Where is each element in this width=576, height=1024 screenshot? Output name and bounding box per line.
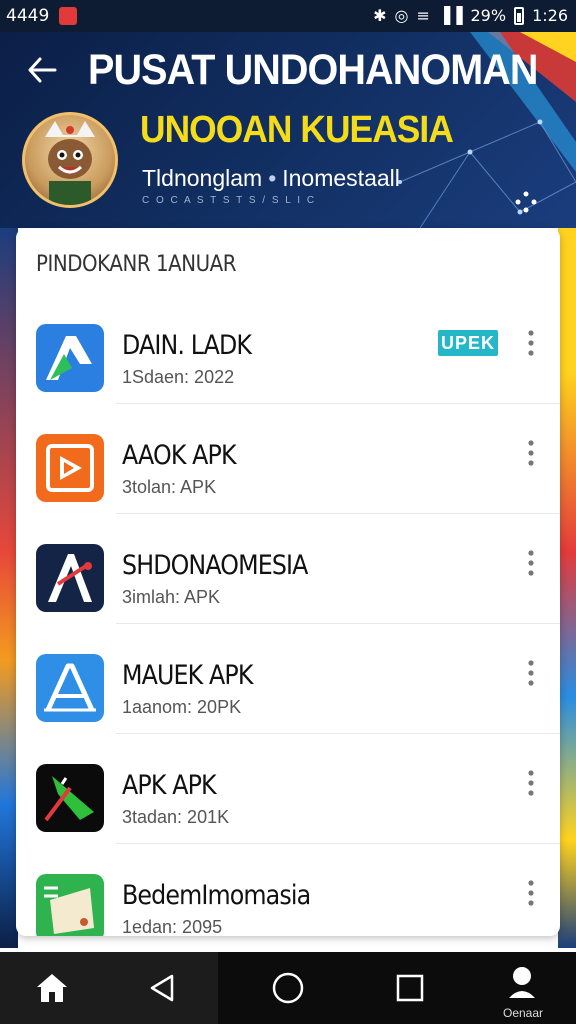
app-more-button[interactable]: [522, 878, 540, 908]
nav-home-button[interactable]: [22, 964, 82, 1012]
blue-a-app-icon: [36, 654, 104, 722]
app-more-button[interactable]: [522, 548, 540, 578]
blue-arrow-app-icon: [36, 324, 104, 392]
app-name: DAIN. LADK: [122, 330, 252, 361]
app-name: MAUEK APK: [122, 660, 253, 691]
list-item[interactable]: BedemImomasia 1edan: 2095: [16, 844, 560, 936]
nav-overview-button[interactable]: [380, 964, 440, 1012]
back-arrow-icon: [28, 57, 57, 83]
vertical-dots-icon: [528, 440, 534, 466]
vertical-dots-icon: [528, 880, 534, 906]
list-item[interactable]: APK APK 3tadan: 201K: [16, 734, 560, 844]
notification-app-icon: [59, 7, 78, 25]
mascot-icon: [45, 121, 95, 205]
black-green-app-icon: [36, 764, 104, 832]
alarm-icon: ◎: [394, 6, 409, 25]
app-icon-3: [36, 544, 104, 612]
vertical-dots-icon: [528, 770, 534, 796]
app-meta: 1edan: 2095: [122, 917, 223, 936]
battery-percent: 29%: [470, 6, 507, 25]
nav-profile-button[interactable]: [492, 960, 552, 1008]
status-left: 4449: [6, 6, 78, 26]
status-right: ✱ ◎ ≡ ▐▐ 29% 1:26: [373, 6, 568, 25]
header-banner: PUSAT UNDOHANOMAN UNOOAN KUEASIA Tldnong…: [0, 32, 576, 228]
vertical-dots-icon: [528, 660, 534, 686]
avatar: [22, 112, 118, 208]
nav-profile-label: Oenaar: [502, 1006, 544, 1020]
app-name: SHDONAOMESIA: [122, 550, 308, 581]
app-name: AAOK APK: [122, 440, 237, 471]
status-bar: 4449 ✱ ◎ ≡ ▐▐ 29% 1:26: [0, 0, 576, 32]
header-caption: C O C A S T S T S / S L I C: [142, 195, 317, 206]
app-name: APK APK: [122, 770, 217, 801]
status-clock: 1:26: [532, 6, 568, 25]
vertical-dots-icon: [528, 550, 534, 576]
back-button[interactable]: [22, 50, 62, 90]
app-name: BedemImomasia: [122, 880, 311, 911]
header-menu-button[interactable]: [512, 188, 540, 224]
app-icon-4: [36, 654, 104, 722]
page-subtitle: UNOOAN KUEASIA: [140, 109, 454, 151]
app-list-card: PINDOKANR 1ANUAR DAIN. LADK 1Sdaen: 2022…: [16, 228, 560, 936]
home-icon: [37, 974, 67, 1002]
square-overview-icon: [396, 974, 424, 1002]
app-more-button[interactable]: [522, 328, 540, 358]
app-icon-1: [36, 324, 104, 392]
header-tagline: Tldnonglam • Inomestaall: [142, 165, 400, 192]
back-triangle-icon: [150, 974, 174, 1002]
app-icon-5: [36, 764, 104, 832]
nav-recents-home-button[interactable]: [258, 964, 318, 1012]
app-meta: 3tolan: APK: [122, 477, 217, 497]
list-item[interactable]: SHDONAOMESIA 3imlah: APK: [16, 514, 560, 624]
status-badge: UPEK: [438, 330, 498, 356]
status-time-left: 4449: [6, 6, 50, 26]
app-meta: 3imlah: APK: [122, 587, 221, 607]
tagline-right: Inomestaall: [282, 165, 400, 191]
tagline-left: Tldnonglam: [142, 165, 263, 191]
list-item[interactable]: AAOK APK 3tolan: APK: [16, 404, 560, 514]
vertical-dots-icon: [528, 330, 534, 356]
list-item[interactable]: MAUEK APK 1aanom: 20PK: [16, 624, 560, 734]
wifi-icon: ≡: [416, 6, 430, 25]
app-icon-6: [36, 874, 104, 936]
battery-icon: [514, 6, 525, 25]
app-more-button[interactable]: [522, 438, 540, 468]
app-meta: 3tadan: 201K: [122, 807, 230, 827]
app-more-button[interactable]: [522, 768, 540, 798]
orange-play-app-icon: [36, 434, 104, 502]
navy-a-app-icon: [36, 544, 104, 612]
bluetooth-icon: ✱: [373, 6, 387, 25]
app-icon-2: [36, 434, 104, 502]
nav-back-button[interactable]: [132, 964, 192, 1012]
navigation-bar: Oenaar: [0, 952, 576, 1024]
page-title: PUSAT UNDOHANOMAN: [88, 46, 538, 94]
section-title: PINDOKANR 1ANUAR: [36, 252, 237, 277]
profile-icon: [509, 967, 535, 998]
more-dots-icon: [515, 191, 537, 213]
app-more-button[interactable]: [522, 658, 540, 688]
right-decoration: [558, 228, 576, 948]
app-meta: 1Sdaen: 2022: [122, 367, 235, 387]
circle-home-icon: [272, 972, 304, 1004]
app-meta: 1aanom: 20PK: [122, 697, 242, 717]
tagline-separator: •: [268, 165, 277, 191]
signal-icon: ▐▐: [437, 6, 463, 25]
green-scroll-app-icon: [36, 874, 104, 936]
